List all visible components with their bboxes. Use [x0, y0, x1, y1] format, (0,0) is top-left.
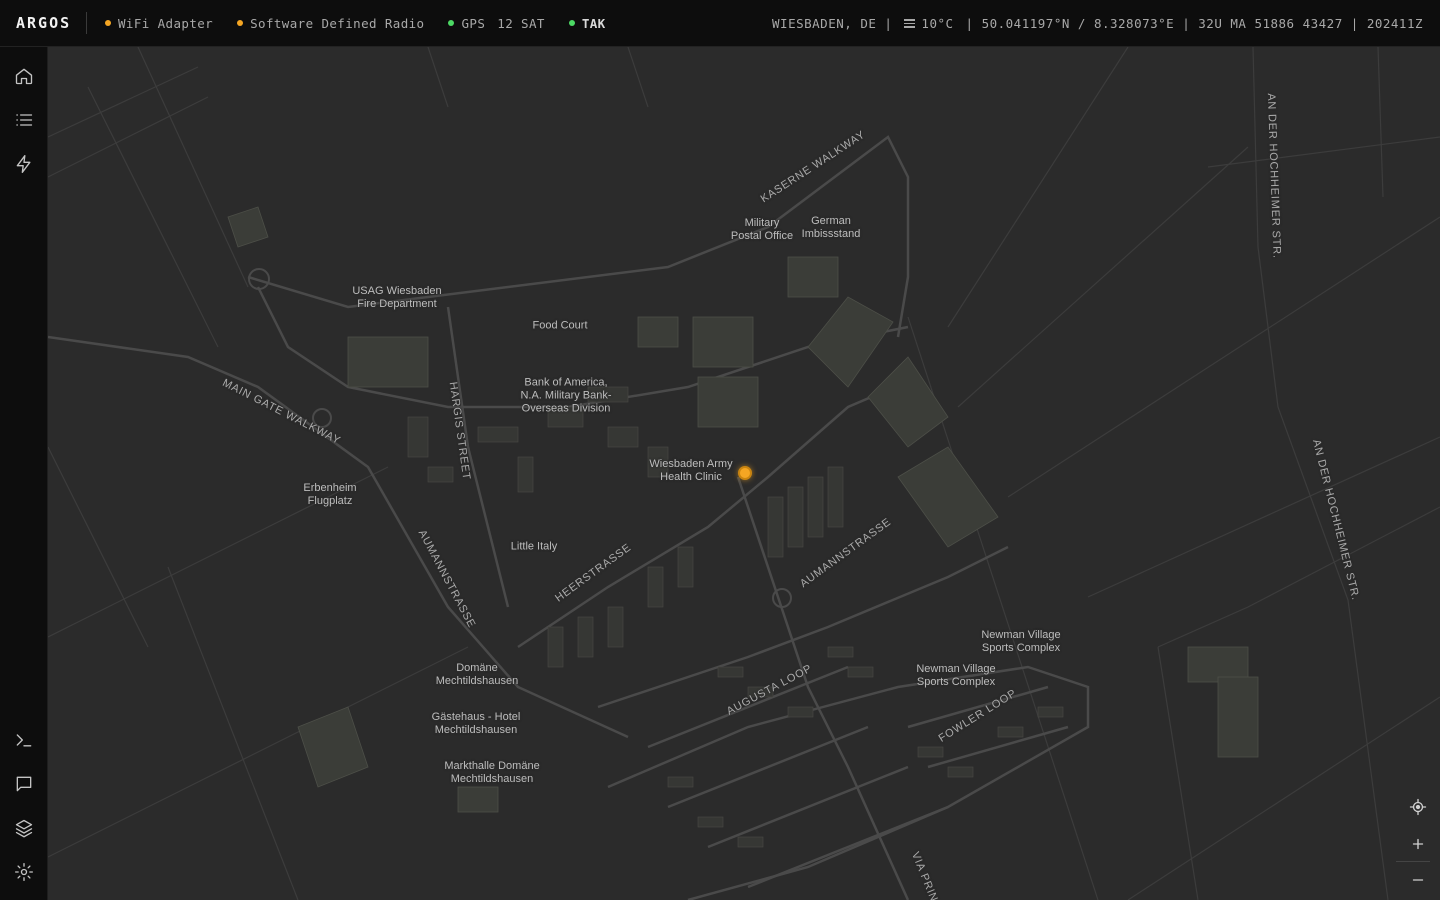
map-place-label[interactable]: Newman Village Sports Complex: [916, 663, 995, 689]
locate-button[interactable]: [1396, 789, 1440, 825]
map-place-label[interactable]: Markthalle Domäne Mechtildshausen: [444, 760, 539, 786]
coordinates: | 50.041197°N / 8.328073°E | 32U MA 5188…: [965, 16, 1423, 31]
status-dot: [568, 20, 575, 26]
list-icon: [16, 114, 33, 126]
chat-button[interactable]: [12, 772, 36, 796]
temperature: 10°C: [921, 16, 954, 31]
status-label: TAK: [581, 15, 606, 31]
settings-button[interactable]: [12, 860, 36, 884]
activity-button[interactable]: [12, 152, 36, 176]
status-gps[interactable]: GPS 12 SAT: [448, 16, 544, 31]
sidebar: [0, 47, 48, 900]
list-button[interactable]: [12, 108, 36, 132]
layers-icon: [15, 819, 33, 838]
status-label: GPS: [461, 15, 486, 31]
zoom-out-button[interactable]: [1396, 862, 1440, 898]
current-position-marker[interactable]: [738, 466, 752, 480]
home-button[interactable]: [12, 64, 36, 88]
gps-satellite-count: 12 SAT: [497, 15, 545, 31]
chat-icon: [16, 776, 32, 792]
zoom-in-button[interactable]: [1396, 826, 1440, 862]
status-dot: [237, 20, 244, 26]
status-label: WiFi Adapter: [118, 15, 214, 31]
home-icon: [15, 68, 33, 85]
map-place-label[interactable]: Erbenheim Flugplatz: [303, 482, 356, 508]
map-place-label[interactable]: Food Court: [532, 320, 587, 333]
map-view[interactable]: USAG Wiesbaden Fire Department Food Cour…: [48, 47, 1440, 900]
fog-icon: [904, 19, 916, 28]
location-info: WIESBADEN, DE | 10°C | 50.041197°N / 8.3…: [772, 0, 1423, 47]
map-place-label[interactable]: Bank of America, N.A. Military Bank- Ove…: [520, 377, 611, 416]
settings-icon: [15, 863, 33, 881]
zoom-out-icon: [1412, 879, 1424, 881]
divider: [86, 12, 87, 34]
map-place-label[interactable]: Wiesbaden Army Health Clinic: [649, 458, 732, 484]
layers-button[interactable]: [12, 816, 36, 840]
map-place-label[interactable]: Little Italy: [511, 541, 557, 554]
location-text: WIESBADEN, DE |: [772, 16, 893, 31]
map-place-label[interactable]: USAG Wiesbaden Fire Department: [352, 285, 441, 311]
status-sdr[interactable]: Software Defined Radio: [237, 16, 424, 31]
status-label: Software Defined Radio: [250, 15, 425, 31]
map-place-label[interactable]: Gästehaus - Hotel Mechtildshausen: [432, 711, 521, 737]
bolt-icon: [16, 155, 31, 173]
status-wifi-adapter[interactable]: WiFi Adapter: [105, 16, 213, 31]
terminal-button[interactable]: [12, 728, 36, 752]
zoom-in-icon: [1412, 838, 1424, 850]
top-bar: ARGOS WiFi Adapter Software Defined Radi…: [0, 0, 1440, 47]
map-place-label[interactable]: Newman Village Sports Complex: [981, 629, 1060, 655]
map-place-label[interactable]: German Imbissstand: [802, 215, 861, 241]
map-place-label[interactable]: Domäne Mechtildshausen: [436, 662, 519, 688]
status-tak[interactable]: TAK: [568, 15, 606, 31]
status-dot: [105, 20, 111, 26]
app-title: ARGOS: [16, 14, 72, 32]
terminal-icon: [16, 734, 32, 747]
map-place-label[interactable]: Military Postal Office: [731, 217, 793, 243]
status-dot: [448, 20, 455, 26]
locate-icon: [1409, 798, 1427, 816]
